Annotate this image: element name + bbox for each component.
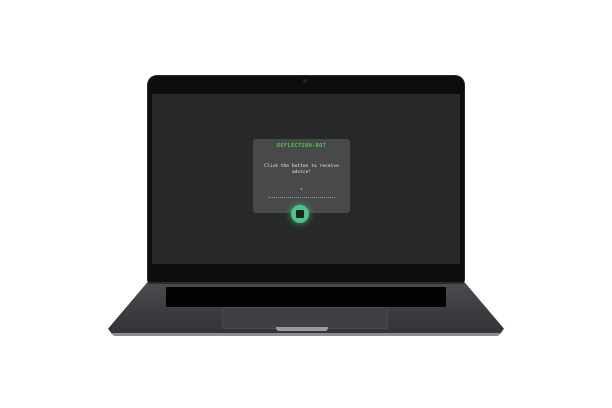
laptop-edge (112, 333, 500, 336)
dice-icon (296, 210, 304, 218)
app-title: REFLECTION-BOT (276, 143, 327, 149)
laptop-keyboard (166, 287, 446, 307)
advice-card: REFLECTION-BOT Click the button to recei… (253, 139, 350, 213)
laptop-notch (276, 327, 328, 331)
laptop-scene: REFLECTION-BOT Click the button to recei… (0, 0, 612, 408)
quote-mark: " (300, 189, 303, 194)
divider (268, 197, 335, 198)
laptop-screen: REFLECTION-BOT Click the button to recei… (152, 94, 460, 264)
laptop-trackpad (222, 307, 388, 329)
get-advice-button[interactable] (291, 205, 309, 223)
laptop-lid: REFLECTION-BOT Click the button to recei… (148, 76, 464, 282)
camera-icon (303, 79, 307, 83)
advice-text: Click the button to receive advice! (264, 164, 339, 175)
